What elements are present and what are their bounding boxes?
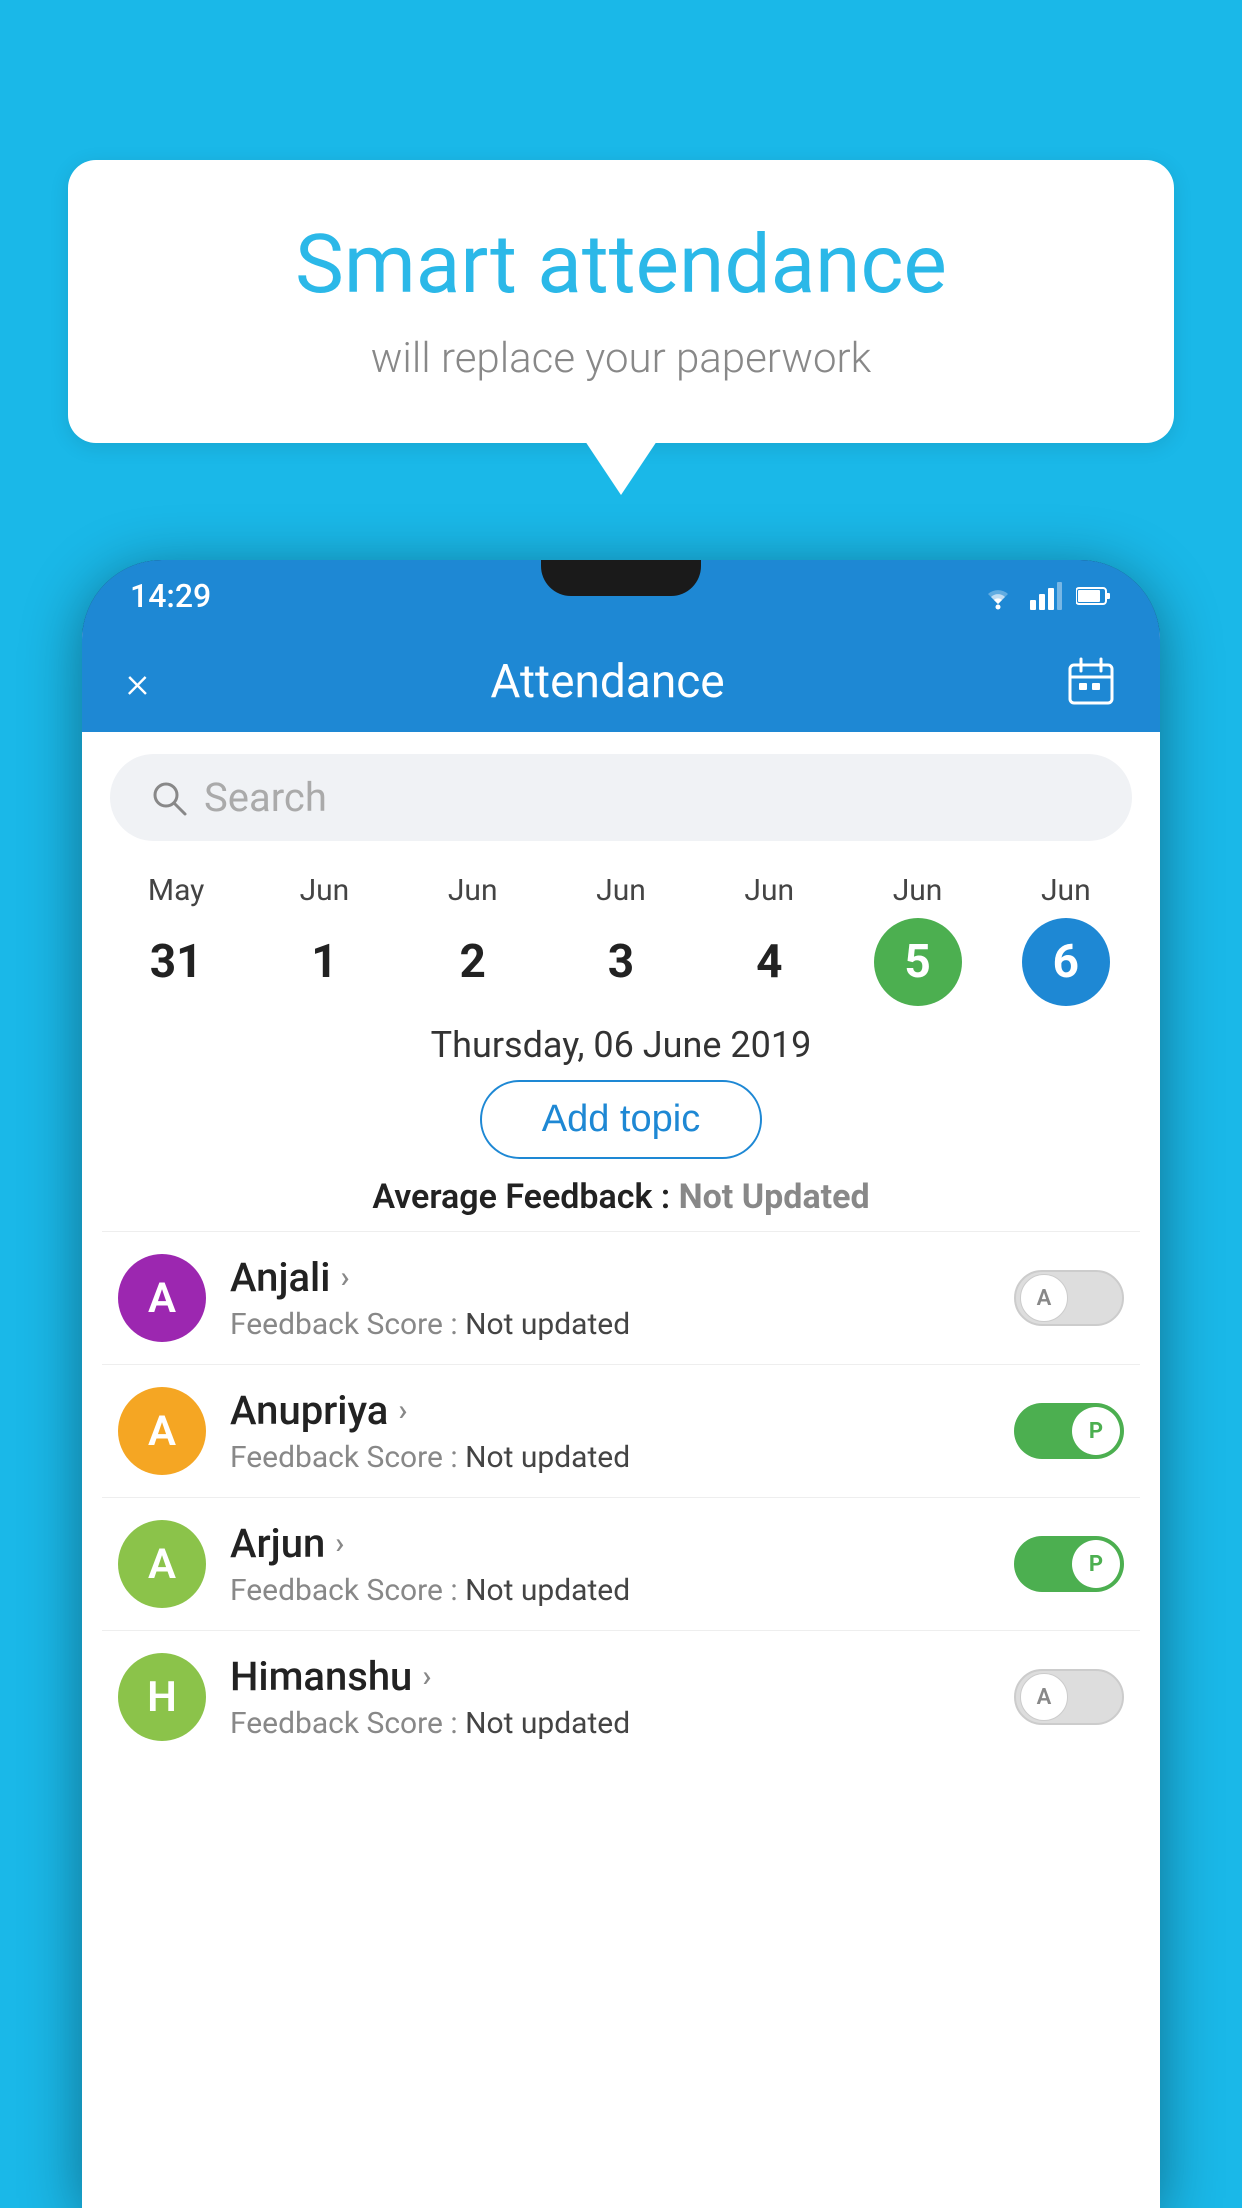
calendar-date[interactable]: 1 bbox=[280, 918, 368, 1006]
student-name[interactable]: Anjali › bbox=[230, 1254, 990, 1301]
phone-screen: 14:29 bbox=[82, 560, 1160, 2208]
calendar-day[interactable]: Jun 6 bbox=[1006, 873, 1126, 1006]
bubble-subtitle: will replace your paperwork bbox=[118, 334, 1124, 383]
attendance-toggle[interactable]: P bbox=[1014, 1403, 1124, 1459]
calendar-date[interactable]: 3 bbox=[577, 918, 665, 1006]
student-info: Anupriya › Feedback Score : Not updated bbox=[230, 1387, 990, 1475]
toggle-knob: P bbox=[1072, 1540, 1120, 1588]
toggle-knob: P bbox=[1072, 1407, 1120, 1455]
battery-icon bbox=[1076, 586, 1112, 606]
calendar-day[interactable]: Jun 4 bbox=[709, 873, 829, 1006]
student-info: Anjali › Feedback Score : Not updated bbox=[230, 1254, 990, 1342]
student-name[interactable]: Himanshu › bbox=[230, 1653, 990, 1700]
search-input[interactable]: Search bbox=[204, 774, 1092, 821]
calendar-date[interactable]: 2 bbox=[429, 918, 517, 1006]
add-topic-button[interactable]: Add topic bbox=[480, 1080, 762, 1159]
calendar-month: Jun bbox=[1041, 873, 1091, 908]
phone-notch bbox=[541, 560, 701, 596]
selected-date-label: Thursday, 06 June 2019 bbox=[82, 1024, 1160, 1066]
calendar-date[interactable]: 5 bbox=[874, 918, 962, 1006]
toggle-knob: A bbox=[1020, 1673, 1068, 1721]
feedback-score: Feedback Score : Not updated bbox=[230, 1307, 990, 1342]
calendar-month: Jun bbox=[300, 873, 350, 908]
feedback-score: Feedback Score : Not updated bbox=[230, 1440, 990, 1475]
status-icons bbox=[980, 582, 1112, 610]
app-header: × Attendance bbox=[82, 632, 1160, 732]
chevron-right-icon: › bbox=[398, 1393, 407, 1428]
toggle-off[interactable]: A bbox=[1014, 1669, 1124, 1725]
phone-frame: 14:29 bbox=[82, 560, 1160, 2208]
attendance-toggle[interactable]: A bbox=[1014, 1270, 1124, 1326]
student-info: Arjun › Feedback Score : Not updated bbox=[230, 1520, 990, 1608]
wifi-icon bbox=[980, 582, 1016, 610]
student-info: Himanshu › Feedback Score : Not updated bbox=[230, 1653, 990, 1741]
bubble-title: Smart attendance bbox=[118, 220, 1124, 310]
calendar-strip: May 31 Jun 1 Jun 2 Jun 3 Jun 4 Jun 5 Jun 6 bbox=[82, 863, 1160, 1006]
calendar-month: Jun bbox=[744, 873, 794, 908]
student-row[interactable]: A Arjun › Feedback Score : Not updated P bbox=[102, 1497, 1140, 1630]
calendar-date[interactable]: 6 bbox=[1022, 918, 1110, 1006]
chevron-right-icon: › bbox=[335, 1526, 344, 1561]
calendar-month: Jun bbox=[448, 873, 498, 908]
toggle-knob: A bbox=[1020, 1274, 1068, 1322]
calendar-day[interactable]: Jun 3 bbox=[561, 873, 681, 1006]
student-row[interactable]: HHimanshu ›Feedback Score : Not updated … bbox=[102, 1630, 1140, 1763]
calendar-month: May bbox=[148, 873, 204, 908]
avatar: A bbox=[118, 1520, 206, 1608]
calendar-day[interactable]: Jun 2 bbox=[413, 873, 533, 1006]
calendar-date[interactable]: 4 bbox=[725, 918, 813, 1006]
calendar-day[interactable]: Jun 5 bbox=[858, 873, 978, 1006]
chevron-right-icon: › bbox=[422, 1659, 431, 1694]
feedback-score: Feedback Score : Not updated bbox=[230, 1573, 990, 1608]
toggle-off[interactable]: A bbox=[1014, 1270, 1124, 1326]
app-content: × Attendance Search bbox=[82, 632, 1160, 2208]
attendance-toggle[interactable]: A bbox=[1014, 1669, 1124, 1725]
student-name[interactable]: Arjun › bbox=[230, 1520, 990, 1567]
avg-feedback: Average Feedback : Not Updated bbox=[82, 1177, 1160, 1217]
close-button[interactable]: × bbox=[126, 656, 149, 708]
search-icon bbox=[150, 779, 188, 817]
page-title: Attendance bbox=[490, 655, 724, 709]
student-row[interactable]: A Anjali › Feedback Score : Not updated A bbox=[102, 1231, 1140, 1364]
student-list: A Anjali › Feedback Score : Not updated A … bbox=[82, 1231, 1160, 1763]
avatar: H bbox=[118, 1653, 206, 1741]
calendar-day[interactable]: May 31 bbox=[116, 873, 236, 1006]
status-time: 14:29 bbox=[130, 577, 211, 615]
student-name[interactable]: Anupriya › bbox=[230, 1387, 990, 1434]
avatar: A bbox=[118, 1387, 206, 1475]
signal-icon bbox=[1030, 582, 1062, 610]
calendar-icon[interactable] bbox=[1066, 657, 1116, 707]
avatar: A bbox=[118, 1254, 206, 1342]
calendar-month: Jun bbox=[893, 873, 943, 908]
speech-bubble: Smart attendance will replace your paper… bbox=[68, 160, 1174, 443]
attendance-toggle[interactable]: P bbox=[1014, 1536, 1124, 1592]
feedback-score: Feedback Score : Not updated bbox=[230, 1706, 990, 1741]
calendar-day[interactable]: Jun 1 bbox=[264, 873, 384, 1006]
student-row[interactable]: AAnupriya ›Feedback Score : Not updated … bbox=[102, 1364, 1140, 1497]
toggle-on[interactable]: P bbox=[1014, 1403, 1124, 1459]
chevron-right-icon: › bbox=[340, 1260, 349, 1295]
search-bar[interactable]: Search bbox=[110, 754, 1132, 841]
calendar-month: Jun bbox=[596, 873, 646, 908]
calendar-date[interactable]: 31 bbox=[132, 918, 220, 1006]
toggle-on[interactable]: P bbox=[1014, 1536, 1124, 1592]
